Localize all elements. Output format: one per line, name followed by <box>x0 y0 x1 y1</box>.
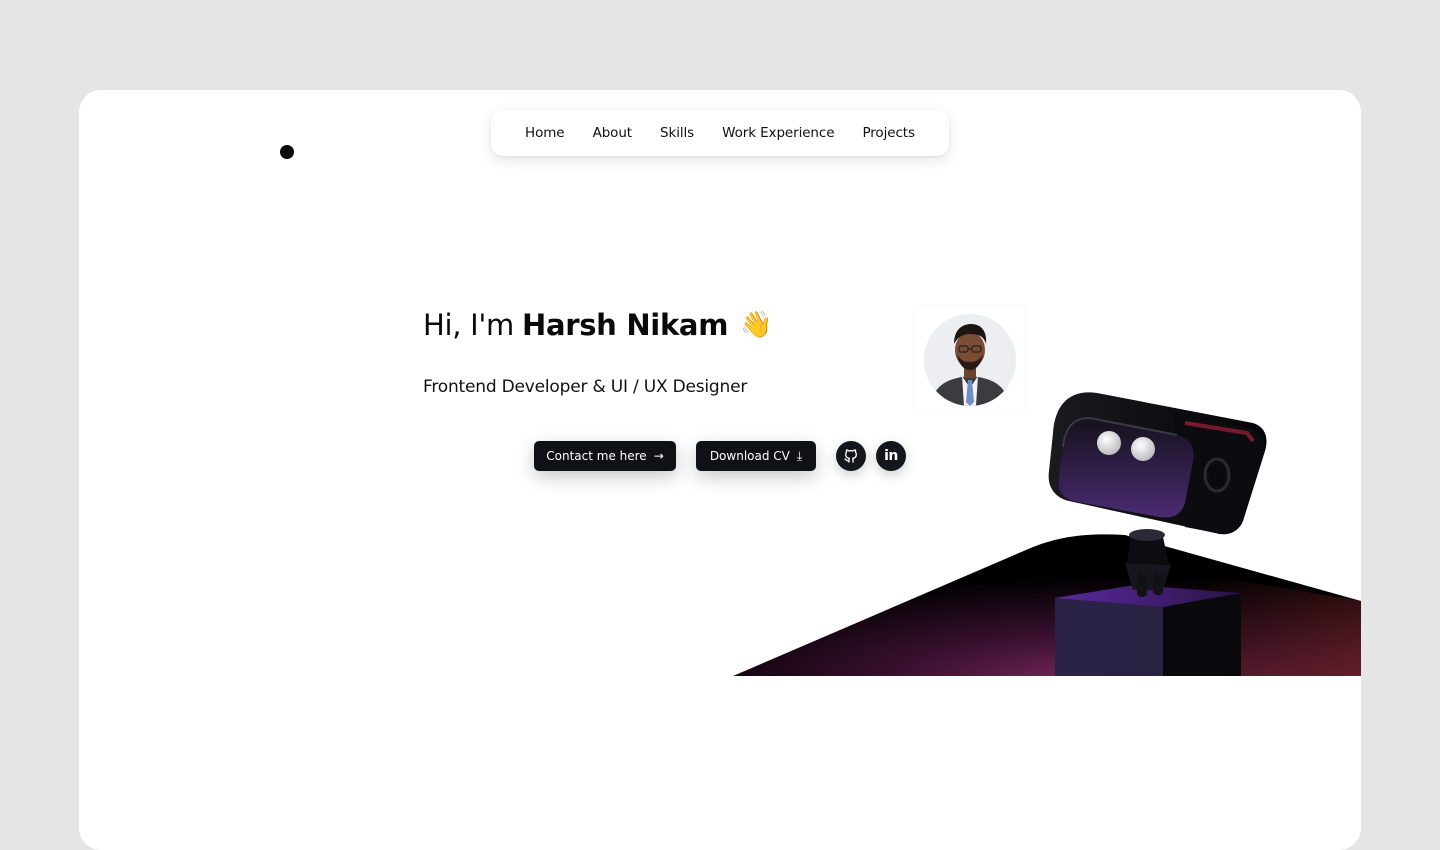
wave-icon: 👋 <box>740 310 773 340</box>
hero-subtitle: Frontend Developer & UI / UX Designer <box>423 377 748 397</box>
contact-button-label: Contact me here <box>546 449 647 463</box>
page-card: Home About Skills Work Experience Projec… <box>79 90 1361 850</box>
contact-button[interactable]: Contact me here → <box>534 441 676 471</box>
cursor-dot <box>280 145 294 159</box>
hero-greeting: Hi, I'm <box>423 308 514 342</box>
nav-projects[interactable]: Projects <box>862 125 915 141</box>
nav-skills[interactable]: Skills <box>660 125 694 141</box>
top-navbar: Home About Skills Work Experience Projec… <box>491 110 949 156</box>
nav-home[interactable]: Home <box>525 125 565 141</box>
nav-about[interactable]: About <box>593 125 633 141</box>
robot-illustration <box>733 392 1361 676</box>
arrow-right-icon: → <box>653 449 664 463</box>
nav-work-experience[interactable]: Work Experience <box>722 125 834 141</box>
hero-title: Hi, I'm Harsh Nikam 👋 <box>423 308 773 342</box>
hero-name: Harsh Nikam <box>521 308 729 342</box>
